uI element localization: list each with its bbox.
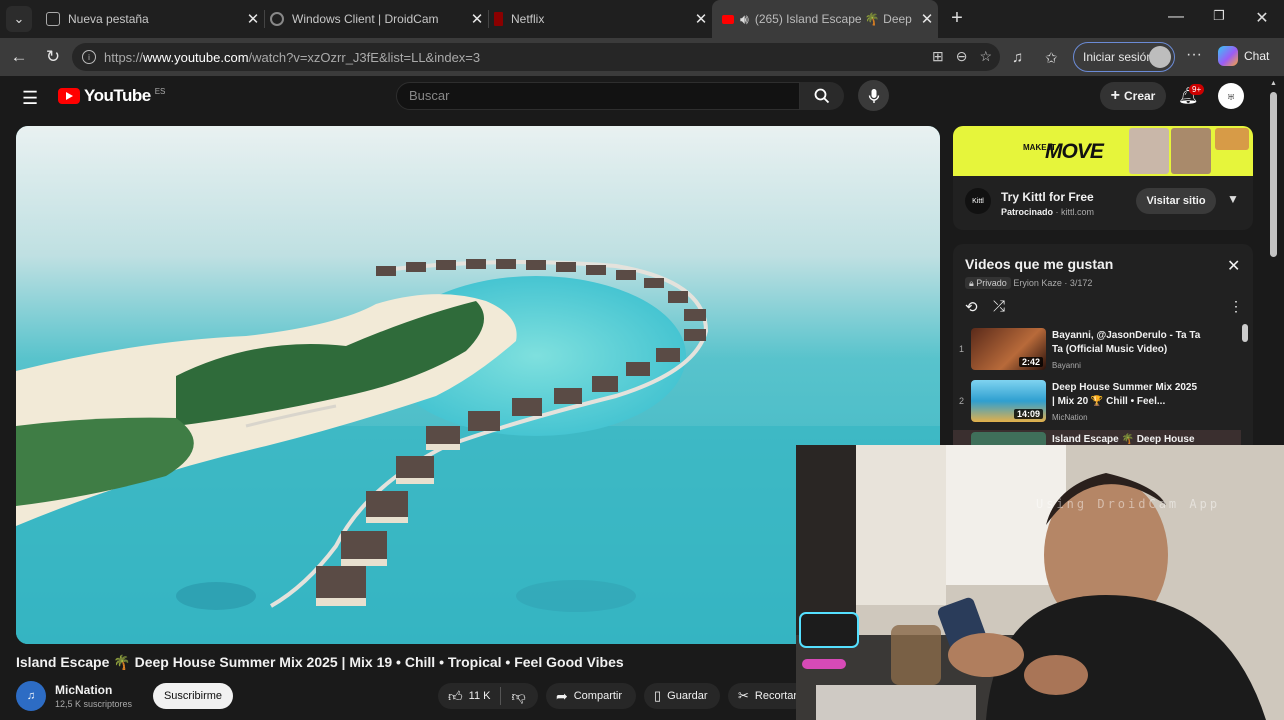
privacy-badge: 🔒︎ Privado [965,277,1011,289]
search-icon [814,88,830,104]
search-input[interactable]: Buscar [396,82,800,110]
video-title: Island Escape 🌴 Deep House Summer Mix 20… [16,654,624,670]
favorites-icon[interactable]: ✩ [1045,49,1058,67]
browser-toolbar: ← ↻ i https://www.youtube.com/watch?v=xz… [0,38,1284,76]
notification-count-badge: 9+ [1189,84,1205,95]
playlist-item[interactable]: 2 14:09 Deep House Summer Mix 2025 | Mix… [953,378,1241,428]
youtube-icon [722,14,734,24]
new-tab-button[interactable]: + [946,8,968,30]
minimize-icon[interactable]: — [1165,8,1187,26]
netflix-icon [494,12,503,26]
sponsored-ad-card[interactable]: MAKE IT MOVE Kittl Try Kittl for Free Pa… [953,126,1253,230]
youtube-logo[interactable]: YouTube ES [58,86,165,106]
like-dislike-group: 👍︎ 11 K 👎︎ [438,683,538,709]
speaker-icon[interactable]: 🔊︎ [740,11,749,28]
playlist-panel: Videos que me gustan ✕ 🔒︎ Privado Eryion… [953,244,1253,454]
tab-netflix[interactable]: Netflix ✕ [484,0,712,38]
playlist-scrollbar[interactable] [1242,324,1248,342]
like-divider [500,687,502,705]
loop-icon[interactable]: ⟲ [965,298,978,316]
create-button[interactable]: + Crear [1100,82,1166,110]
sign-in-button[interactable]: Iniciar sesión [1073,42,1175,72]
webcam-frame [796,445,1284,720]
restore-icon[interactable]: ❐ [1208,8,1230,24]
address-bar[interactable]: i https://www.youtube.com/watch?v=xzOzrr… [72,43,1000,71]
browser-essentials-icon[interactable]: ♫ [1012,49,1023,66]
visit-site-button[interactable]: Visitar sitio [1136,188,1216,214]
profile-avatar-icon [1149,46,1171,68]
kittl-logo: Kittl [965,188,991,214]
close-playlist-icon[interactable]: ✕ [1227,256,1240,276]
more-menu-icon[interactable]: ··· [1186,46,1202,64]
tab-new-tab[interactable]: Nueva pestaña ✕ [36,0,264,38]
browser-tab-strip: ⌄ Nueva pestaña ✕ Windows Client | Droid… [0,0,1284,38]
ad-meta: Patrocinado · kittl.com [1001,207,1095,217]
page-scrollbar[interactable] [1270,92,1277,257]
ad-photo [1129,128,1169,174]
save-button[interactable]: ▯ Guardar [644,683,720,709]
bookmark-icon: ▯ [654,688,662,703]
voice-search-button[interactable] [858,80,889,111]
copilot-icon [1218,46,1238,66]
back-arrow-icon[interactable]: ← [8,47,30,69]
ad-photo [1171,128,1211,174]
tab-youtube-active[interactable]: 🔊︎ (265) Island Escape 🌴 Deep H ✕ [712,0,938,38]
subscriber-count: 12,5 K suscriptores [55,699,133,709]
channel-avatar[interactable]: ♫ [16,681,46,711]
search-button[interactable] [800,82,844,110]
microphone-icon [868,88,879,103]
ad-title[interactable]: Try Kittl for Free [1001,190,1094,204]
account-avatar[interactable]: ♅ [1218,83,1244,109]
tab-actions-menu-button[interactable]: ⌄ [6,6,32,32]
zoom-icon[interactable]: ⊖ [956,48,968,65]
like-icon[interactable]: 👍︎ [448,688,463,705]
tab-droidcam[interactable]: Windows Client | DroidCam ✕ [260,0,488,38]
window-close-icon[interactable]: ✕ [1251,8,1273,28]
scroll-up-arrow-icon[interactable]: ▲ [1270,80,1277,87]
share-button[interactable]: ➦ Compartir [546,683,636,709]
youtube-play-logo-icon [58,88,80,104]
plus-icon: + [1110,87,1120,104]
playlist-meta: 🔒︎ Privado Eryion Kaze · 3/172 [965,277,1093,289]
dislike-icon[interactable]: 👎︎ [511,688,525,705]
webcam-overlay: Using DroidCam App [796,445,1284,720]
close-tab-icon[interactable]: ✕ [916,10,938,28]
playlist-item[interactable]: 1 2:42 Bayanni, @JasonDerulo - Ta Ta Ta … [953,326,1241,376]
scissors-icon: ✂ [738,688,749,703]
site-info-icon[interactable]: i [82,50,96,64]
video-thumbnail: 2:42 [971,328,1046,370]
playlist-position: 3/172 [1069,278,1093,288]
playlist-title[interactable]: Videos que me gustan [965,256,1113,272]
playlist-owner[interactable]: Eryion Kaze [1013,278,1062,288]
close-tab-icon[interactable]: ✕ [690,10,712,28]
ad-banner-image[interactable]: MAKE IT MOVE [953,126,1253,176]
channel-name[interactable]: MicNation [55,683,112,697]
favorite-star-icon[interactable]: ☆ [979,48,992,65]
address-bar-tools: ⊞ ⊖ ☆ [932,48,992,65]
subscribe-button[interactable]: Suscribirme [153,683,233,709]
copilot-chat-button[interactable]: Chat [1218,46,1269,66]
share-icon: ➦ [556,687,568,704]
app-available-icon[interactable]: ⊞ [932,48,944,65]
hamburger-menu-icon[interactable]: ☰ [22,88,38,109]
droidcam-watermark: Using DroidCam App [1036,497,1221,511]
url-text: https://www.youtube.com/watch?v=xzOzrr_J… [104,49,481,65]
playlist-more-icon[interactable]: ⋮ [1229,298,1243,315]
video-thumbnail: 14:09 [971,380,1046,422]
shuffle-icon[interactable]: ⤮ [993,298,1005,315]
chevron-down-icon[interactable]: ▼ [1227,192,1239,206]
droidcam-icon [270,12,284,26]
like-count[interactable]: 11 K [469,690,491,702]
reload-icon[interactable]: ↻ [42,47,64,69]
ad-photo [1215,128,1249,150]
document-icon [46,12,60,26]
